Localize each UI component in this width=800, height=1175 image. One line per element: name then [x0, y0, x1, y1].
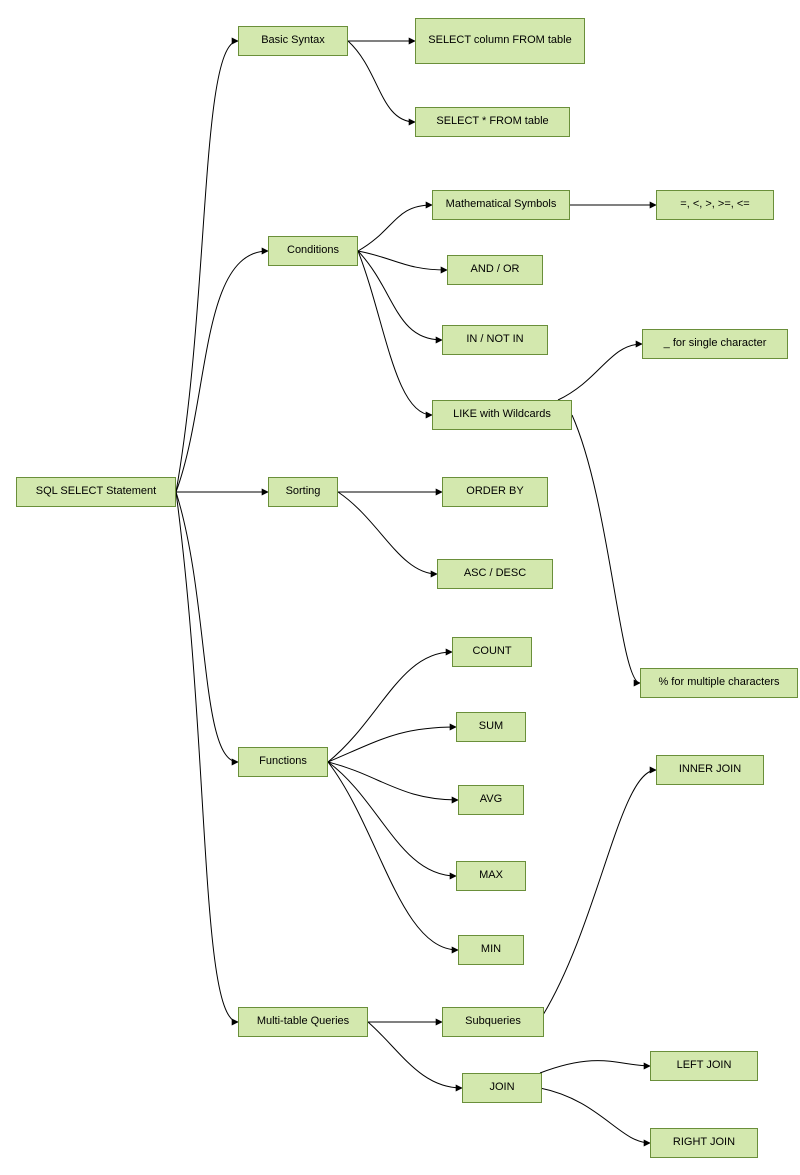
node-label: Mathematical Symbols — [446, 198, 557, 212]
node-label: JOIN — [489, 1081, 514, 1095]
node-label: IN / NOT IN — [466, 333, 523, 347]
node-label: Multi-table Queries — [257, 1015, 349, 1029]
node-label: Functions — [259, 755, 307, 769]
node-label: MIN — [481, 943, 501, 957]
node-underscore: _ for single character — [642, 329, 788, 359]
node-basic-syntax: Basic Syntax — [238, 26, 348, 56]
node-label: MAX — [479, 869, 503, 883]
node-label: Conditions — [287, 244, 339, 258]
node-label: Sorting — [286, 485, 321, 499]
node-min: MIN — [458, 935, 524, 965]
node-sum: SUM — [456, 712, 526, 742]
node-multi-table: Multi-table Queries — [238, 1007, 368, 1037]
node-avg: AVG — [458, 785, 524, 815]
node-select-col: SELECT column FROM table — [415, 18, 585, 64]
node-asc-desc: ASC / DESC — [437, 559, 553, 589]
node-label: SELECT column FROM table — [428, 34, 571, 48]
node-root: SQL SELECT Statement — [16, 477, 176, 507]
node-label: ORDER BY — [466, 485, 523, 499]
node-label: RIGHT JOIN — [673, 1136, 735, 1150]
node-like: LIKE with Wildcards — [432, 400, 572, 430]
node-label: INNER JOIN — [679, 763, 741, 777]
node-label: LIKE with Wildcards — [453, 408, 551, 422]
node-inner: INNER JOIN — [656, 755, 764, 785]
node-ops: =, <, >, >=, <= — [656, 190, 774, 220]
node-in-not-in: IN / NOT IN — [442, 325, 548, 355]
node-label: ASC / DESC — [464, 567, 526, 581]
node-select-star: SELECT * FROM table — [415, 107, 570, 137]
node-sorting: Sorting — [268, 477, 338, 507]
node-label: % for multiple characters — [658, 676, 779, 690]
node-order-by: ORDER BY — [442, 477, 548, 507]
node-count: COUNT — [452, 637, 532, 667]
node-label: =, <, >, >=, <= — [680, 198, 749, 212]
node-label: COUNT — [472, 645, 511, 659]
node-and-or: AND / OR — [447, 255, 543, 285]
node-subq: Subqueries — [442, 1007, 544, 1037]
node-label: SQL SELECT Statement — [36, 485, 156, 499]
node-math-sym: Mathematical Symbols — [432, 190, 570, 220]
node-label: AVG — [480, 793, 502, 807]
node-max: MAX — [456, 861, 526, 891]
node-label: _ for single character — [664, 337, 767, 351]
node-label: SELECT * FROM table — [436, 115, 548, 129]
node-label: Basic Syntax — [261, 34, 325, 48]
node-left: LEFT JOIN — [650, 1051, 758, 1081]
node-label: SUM — [479, 720, 503, 734]
node-functions: Functions — [238, 747, 328, 777]
node-conditions: Conditions — [268, 236, 358, 266]
node-right: RIGHT JOIN — [650, 1128, 758, 1158]
node-label: AND / OR — [471, 263, 520, 277]
node-label: LEFT JOIN — [677, 1059, 732, 1073]
node-label: Subqueries — [465, 1015, 521, 1029]
node-percent: % for multiple characters — [640, 668, 798, 698]
node-join: JOIN — [462, 1073, 542, 1103]
